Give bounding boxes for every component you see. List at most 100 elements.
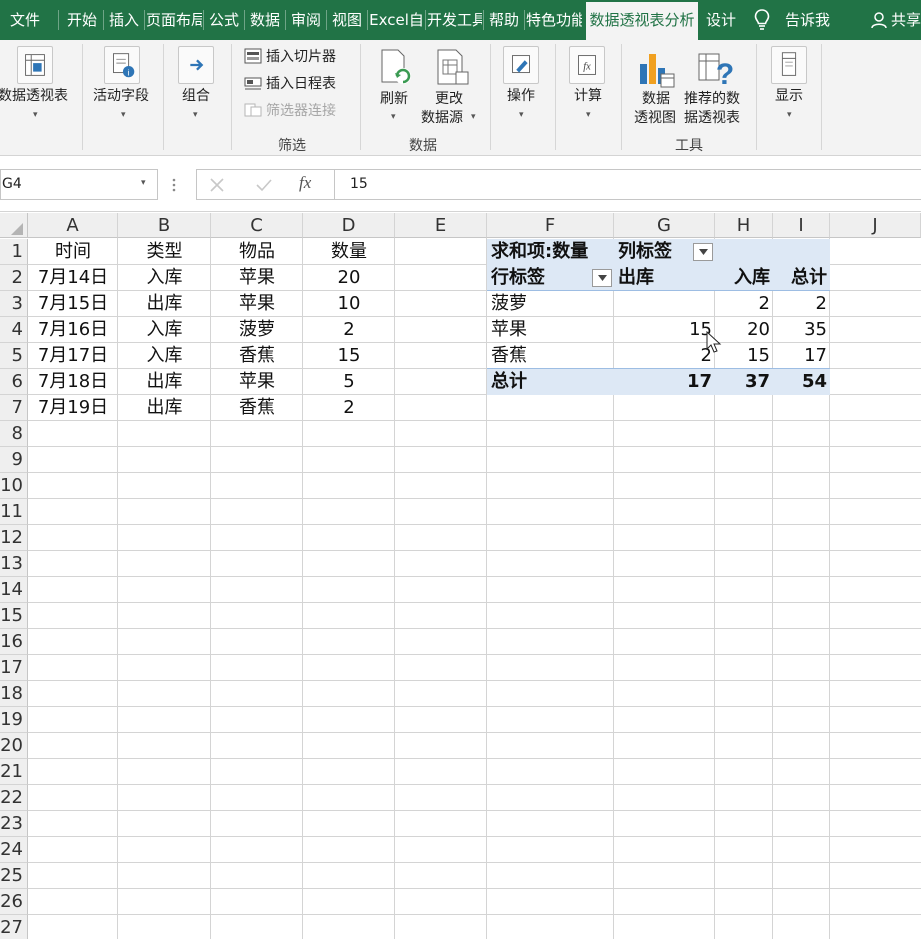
column-header-b[interactable]: B: [118, 213, 211, 238]
column-header-i[interactable]: I: [773, 213, 830, 238]
tell-me-search[interactable]: 告诉我: [780, 0, 835, 40]
tab-excel-addin[interactable]: Excel自: [369, 0, 424, 40]
table-cell[interactable]: 苹果: [211, 369, 303, 395]
formula-bar-grip-icon[interactable]: [170, 177, 178, 193]
table-cell[interactable]: 15: [303, 343, 395, 369]
pivot-value-cell[interactable]: 2: [614, 343, 715, 369]
tab-data[interactable]: 数据: [246, 0, 284, 40]
table-cell[interactable]: 7月16日: [28, 317, 118, 343]
table-cell[interactable]: 10: [303, 291, 395, 317]
row-header-21[interactable]: 21: [0, 759, 28, 785]
table-header-cell[interactable]: 数量: [303, 239, 395, 265]
pivot-grand-total-cell[interactable]: 54: [773, 369, 830, 395]
row-header-27[interactable]: 27: [0, 915, 28, 939]
column-header-f[interactable]: F: [487, 213, 614, 238]
row-header-14[interactable]: 14: [0, 577, 28, 603]
share-button[interactable]: 共享: [891, 0, 921, 40]
column-header-h[interactable]: H: [715, 213, 773, 238]
tab-formulas[interactable]: 公式: [205, 0, 243, 40]
tab-pivottable-analyze[interactable]: 数据透视表分析: [586, 2, 698, 40]
pivot-grand-total-cell[interactable]: 37: [715, 369, 773, 395]
row-header-17[interactable]: 17: [0, 655, 28, 681]
row-header-3[interactable]: 3: [0, 291, 28, 317]
insert-slicer-button[interactable]: 插入切片器: [244, 48, 336, 66]
enter-check-icon[interactable]: [255, 177, 273, 193]
tab-developer[interactable]: 开发工具: [427, 0, 482, 40]
table-cell[interactable]: 7月19日: [28, 395, 118, 421]
row-header-20[interactable]: 20: [0, 733, 28, 759]
table-cell[interactable]: 7月17日: [28, 343, 118, 369]
name-box[interactable]: G4: [0, 169, 158, 200]
table-cell[interactable]: 5: [303, 369, 395, 395]
table-cell[interactable]: 7月15日: [28, 291, 118, 317]
pivot-value-cell[interactable]: 15: [715, 343, 773, 369]
table-cell[interactable]: 出库: [118, 395, 211, 421]
row-header-15[interactable]: 15: [0, 603, 28, 629]
tab-review[interactable]: 审阅: [287, 0, 325, 40]
insert-timeline-button[interactable]: 插入日程表: [244, 75, 336, 93]
pivot-col-header[interactable]: 总计: [773, 265, 830, 291]
row-header-4[interactable]: 4: [0, 317, 28, 343]
pivot-value-cell[interactable]: 17: [773, 343, 830, 369]
pivot-value-cell[interactable]: 20: [715, 317, 773, 343]
pivot-value-field-label[interactable]: 求和项:数量: [487, 239, 614, 265]
row-labels-filter-button[interactable]: [592, 269, 612, 287]
filter-connections-button[interactable]: 筛选器连接: [244, 102, 336, 120]
row-header-6[interactable]: 6: [0, 369, 28, 395]
pivot-grand-total-label[interactable]: 总计: [487, 369, 614, 395]
name-box-dropdown-icon[interactable]: ▾: [141, 178, 146, 188]
row-header-24[interactable]: 24: [0, 837, 28, 863]
row-header-5[interactable]: 5: [0, 343, 28, 369]
tab-insert[interactable]: 插入: [105, 0, 143, 40]
tab-home[interactable]: 开始: [62, 0, 102, 40]
row-header-16[interactable]: 16: [0, 629, 28, 655]
column-labels-filter-button[interactable]: [693, 243, 713, 261]
pivot-value-cell[interactable]: 15: [614, 317, 715, 343]
table-header-cell[interactable]: 类型: [118, 239, 211, 265]
tab-file[interactable]: 文件: [0, 0, 50, 40]
formula-input[interactable]: 15: [334, 169, 921, 200]
row-header-25[interactable]: 25: [0, 863, 28, 889]
table-cell[interactable]: 菠萝: [211, 317, 303, 343]
column-header-e[interactable]: E: [395, 213, 487, 238]
row-header-7[interactable]: 7: [0, 395, 28, 421]
pivot-row-label[interactable]: 苹果: [487, 317, 614, 343]
column-header-d[interactable]: D: [303, 213, 395, 238]
table-cell[interactable]: 出库: [118, 369, 211, 395]
table-cell[interactable]: 20: [303, 265, 395, 291]
row-header-26[interactable]: 26: [0, 889, 28, 915]
cancel-x-icon[interactable]: [209, 177, 225, 193]
table-cell[interactable]: 苹果: [211, 265, 303, 291]
pivot-row-label[interactable]: 菠萝: [487, 291, 614, 317]
row-header-1[interactable]: 1: [0, 239, 28, 265]
row-header-13[interactable]: 13: [0, 551, 28, 577]
column-header-c[interactable]: C: [211, 213, 303, 238]
tab-special-features[interactable]: 特色功能: [526, 0, 582, 40]
tab-design[interactable]: 设计: [702, 0, 740, 40]
pivot-value-cell[interactable]: 2: [773, 291, 830, 317]
row-header-2[interactable]: 2: [0, 265, 28, 291]
pivot-value-cell[interactable]: 35: [773, 317, 830, 343]
insert-function-fx-icon[interactable]: fx: [299, 173, 311, 193]
table-cell[interactable]: 香蕉: [211, 343, 303, 369]
tab-view[interactable]: 视图: [328, 0, 366, 40]
tab-page-layout[interactable]: 页面布局: [146, 0, 202, 40]
column-header-a[interactable]: A: [28, 213, 118, 238]
row-header-9[interactable]: 9: [0, 447, 28, 473]
row-header-23[interactable]: 23: [0, 811, 28, 837]
table-cell[interactable]: 香蕉: [211, 395, 303, 421]
table-cell[interactable]: 入库: [118, 265, 211, 291]
table-cell[interactable]: 2: [303, 317, 395, 343]
pivot-value-cell[interactable]: [614, 291, 715, 317]
row-header-12[interactable]: 12: [0, 525, 28, 551]
pivot-grand-total-cell[interactable]: 17: [614, 369, 715, 395]
table-header-cell[interactable]: 时间: [28, 239, 118, 265]
row-header-18[interactable]: 18: [0, 681, 28, 707]
select-all-corner[interactable]: [0, 213, 28, 238]
pivot-row-label[interactable]: 香蕉: [487, 343, 614, 369]
row-header-22[interactable]: 22: [0, 785, 28, 811]
column-header-g[interactable]: G: [614, 213, 715, 238]
row-header-8[interactable]: 8: [0, 421, 28, 447]
table-cell[interactable]: 2: [303, 395, 395, 421]
row-header-19[interactable]: 19: [0, 707, 28, 733]
